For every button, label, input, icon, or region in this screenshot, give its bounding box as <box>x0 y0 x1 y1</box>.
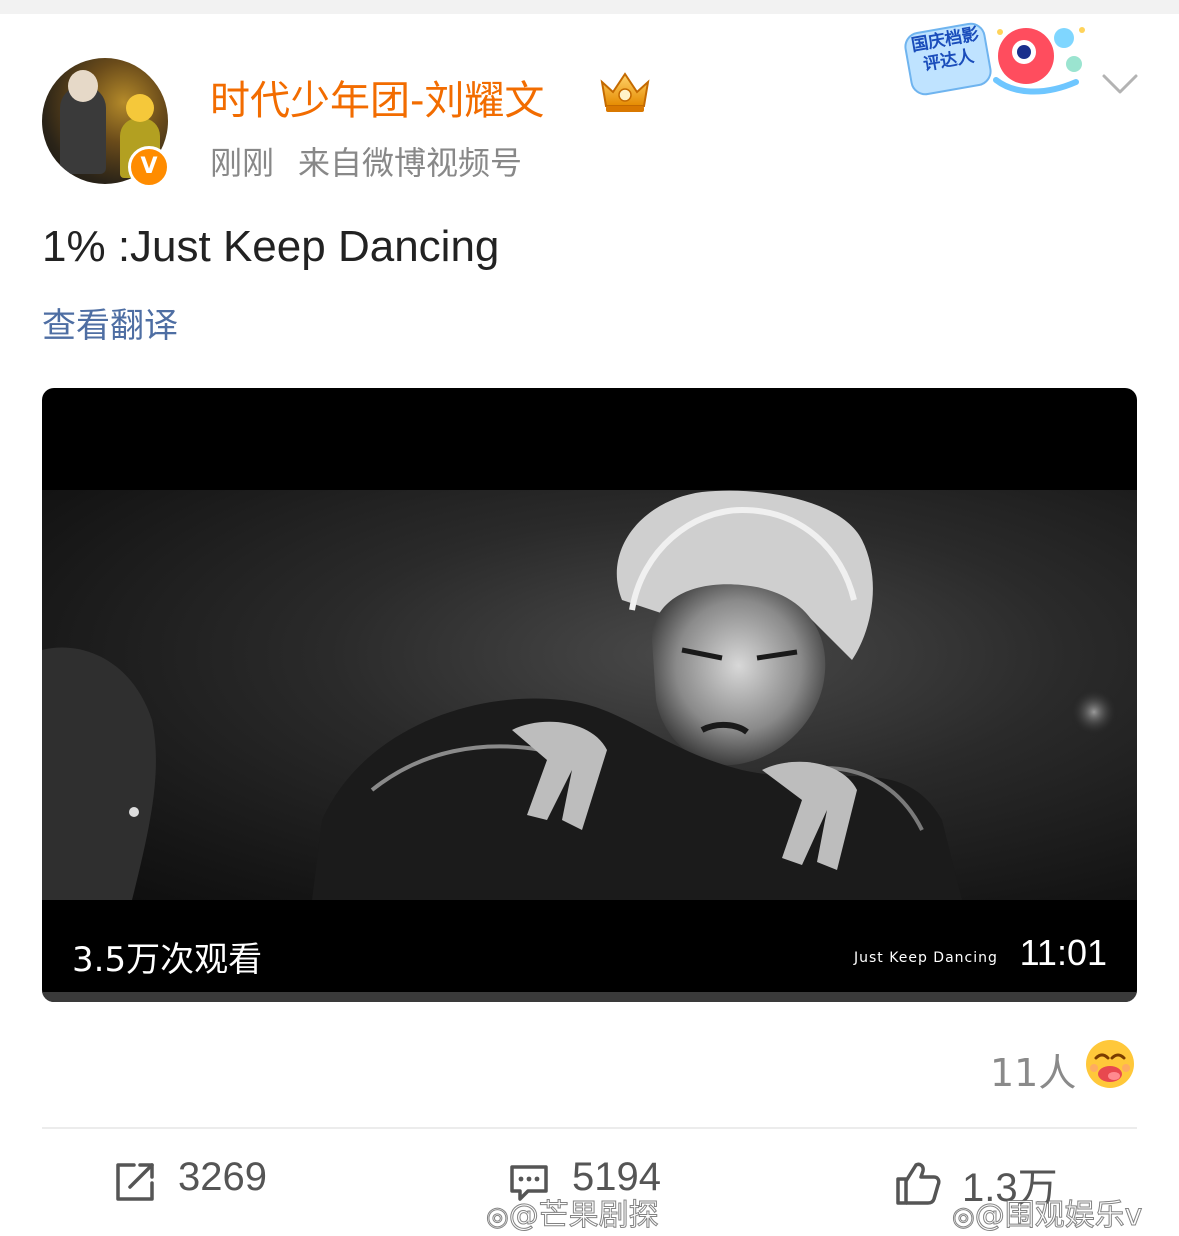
username[interactable]: 时代少年团-刘耀文 <box>210 68 544 126</box>
top-strip <box>0 0 1179 14</box>
post-meta: 刚刚 来自微博视频号 <box>210 138 522 184</box>
chevron-down-icon[interactable] <box>1100 70 1140 98</box>
weibo-logo-icon: ◎ <box>952 1202 976 1233</box>
video-duration: 11:01 <box>1019 932 1107 973</box>
post-source[interactable]: 来自微博视频号 <box>298 144 522 182</box>
repost-button[interactable]: 3269 <box>112 1155 312 1215</box>
video-overlay-title: Just Keep Dancing <box>854 950 998 966</box>
watermark-left-text: @芒果剧探 <box>508 1198 659 1234</box>
reaction-count[interactable]: 11人 <box>990 1042 1076 1097</box>
thumbs-up-icon <box>896 1162 941 1205</box>
weibo-logo-icon: ◎ <box>486 1202 510 1233</box>
video-still-image <box>42 490 1118 900</box>
repost-icon <box>116 1163 154 1201</box>
video-progress-track <box>42 992 1137 1002</box>
divider <box>42 1127 1137 1129</box>
yummy-emoji-icon[interactable] <box>1084 1038 1136 1090</box>
video-player[interactable]: 3.5万次观看 Just Keep Dancing 11:01 <box>42 388 1137 1002</box>
watermark-right-text: @围观娱乐v <box>974 1198 1143 1234</box>
watermark-left: ◎@芒果剧探 <box>486 1190 660 1234</box>
translate-link[interactable]: 查看翻译 <box>42 298 178 347</box>
video-frame <box>42 490 1137 900</box>
watermark-right: ◎@围观娱乐v <box>952 1190 1143 1234</box>
repost-count: 3269 <box>178 1155 267 1199</box>
verified-badge-icon: V <box>128 146 170 188</box>
post-time: 刚刚 <box>210 144 275 182</box>
avatar-figure-head <box>68 70 98 102</box>
crown-icon <box>600 72 650 112</box>
post-text: 1% :Just Keep Dancing <box>42 222 500 271</box>
avatar-figure-yellow-head <box>126 94 154 122</box>
video-views: 3.5万次观看 <box>72 940 263 980</box>
